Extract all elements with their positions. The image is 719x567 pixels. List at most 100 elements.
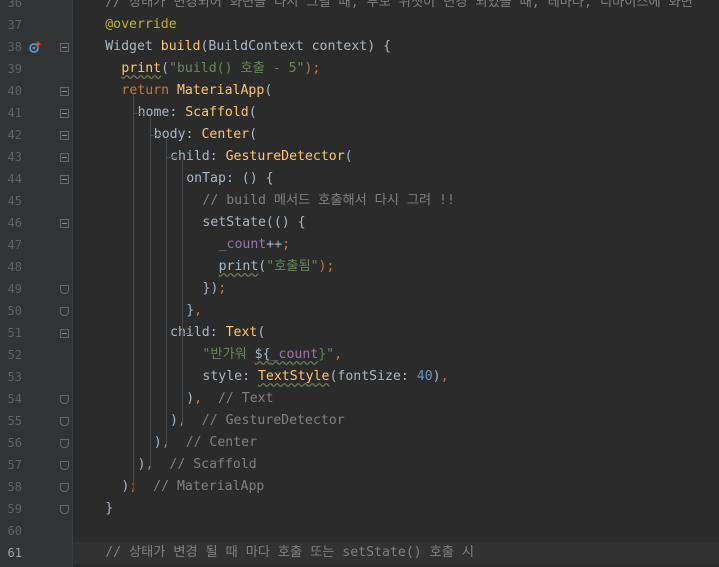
code-token: onTap: () { — [186, 171, 274, 186]
code-token: }" — [318, 347, 335, 362]
code-token: build — [160, 39, 201, 54]
line-number[interactable]: 41 — [0, 102, 22, 124]
code-token: Scaffold — [185, 105, 249, 120]
line-number[interactable]: 61 — [0, 542, 22, 564]
fold-end-icon[interactable] — [60, 395, 69, 404]
fold-collapse-icon[interactable] — [60, 175, 69, 184]
fold-collapse-icon[interactable] — [60, 219, 69, 228]
code-line[interactable]: Widget build(BuildContext context) { — [73, 36, 719, 58]
code-line[interactable]: child: Text( — [73, 322, 719, 344]
widget-outline-branch — [165, 157, 178, 158]
editor-gutter[interactable]: 36 37 38 39 40 41 42 43 44 45 46 47 48 49 50 51 52 53 54 55… — [0, 0, 72, 567]
line-number[interactable]: 55 — [0, 410, 22, 432]
code-token: ) — [186, 391, 195, 406]
fold-end-icon[interactable] — [60, 417, 69, 426]
code-line[interactable] — [73, 520, 719, 542]
code-line[interactable]: }); — [73, 278, 719, 300]
code-editor[interactable]: 36 37 38 39 40 41 42 43 44 45 46 47 48 49 50 51 52 53 54 55… — [0, 0, 719, 567]
line-number[interactable]: 60 — [0, 520, 22, 542]
fold-collapse-icon[interactable] — [60, 43, 69, 52]
fold-collapse-icon[interactable] — [60, 87, 69, 96]
code-token: // build 메서드 호출해서 다시 그려 !! — [202, 193, 455, 208]
widget-outline-guide — [182, 160, 183, 424]
code-line[interactable]: style: TextStyle(fontSize: 40), — [73, 366, 719, 388]
line-number[interactable]: 57 — [0, 454, 22, 476]
line-number[interactable]: 45 — [0, 190, 22, 212]
code-token: style: — [202, 369, 258, 384]
line-number[interactable]: 53 — [0, 366, 22, 388]
code-token: // MaterialApp — [153, 479, 265, 494]
line-number[interactable]: 49 — [0, 278, 22, 300]
code-token: // Scaffold — [169, 457, 257, 472]
line-number[interactable]: 54 — [0, 388, 22, 410]
override-up-arrow-icon[interactable] — [28, 40, 42, 54]
code-token: "반가워 — [202, 347, 255, 362]
code-line[interactable]: ), // Text — [73, 388, 719, 410]
fold-collapse-icon[interactable] — [60, 153, 69, 162]
fold-end-icon[interactable] — [60, 307, 69, 316]
code-token: , — [194, 391, 218, 406]
code-token: 40 — [416, 369, 433, 384]
code-line[interactable]: } — [73, 498, 719, 520]
code-line[interactable]: print("호출됨"); — [73, 256, 719, 278]
line-number[interactable]: 42 — [0, 124, 22, 146]
line-number[interactable]: 43 — [0, 146, 22, 168]
code-line[interactable]: // 상태가 변경되어 화면을 다시 그릴 때, 부모 위젯이 변경 되었을 때… — [73, 0, 719, 14]
line-number[interactable]: 51 — [0, 322, 22, 344]
code-area[interactable]: // 상태가 변경되어 화면을 다시 그릴 때, 부모 위젯이 변경 되었을 때… — [73, 0, 719, 567]
code-line[interactable]: @override — [73, 14, 719, 36]
code-token: Text — [225, 325, 258, 340]
code-token: , — [194, 303, 203, 318]
line-number[interactable]: 46 — [0, 212, 22, 234]
line-number[interactable]: 37 — [0, 14, 22, 36]
line-number[interactable]: 48 — [0, 256, 22, 278]
line-number[interactable]: 59 — [0, 498, 22, 520]
code-line[interactable]: home: Scaffold( — [73, 102, 719, 124]
line-number[interactable]: 40 — [0, 80, 22, 102]
code-line[interactable]: ), // GestureDetector — [73, 410, 719, 432]
fold-end-icon[interactable] — [60, 483, 69, 492]
line-number[interactable]: 52 — [0, 344, 22, 366]
line-number[interactable]: 47 — [0, 234, 22, 256]
code-token: ); — [304, 61, 321, 76]
code-line[interactable]: "반가워 ${_count}", — [73, 344, 719, 366]
code-token: ; — [218, 281, 227, 296]
line-number[interactable]: 36 — [0, 0, 22, 14]
code-line[interactable]: print("build() 호출 - 5"); — [73, 58, 719, 80]
code-token: ${ — [254, 347, 271, 362]
code-line[interactable]: }, — [73, 300, 719, 322]
widget-outline-branch — [149, 135, 162, 136]
code-line[interactable]: // 상태가 변경 될 때 마다 호출 또는 setState() 호출 시 — [73, 542, 719, 564]
code-token: TextStyle — [257, 369, 330, 384]
line-number[interactable]: 38 — [0, 36, 22, 58]
code-token: _count — [218, 237, 267, 252]
code-line[interactable]: onTap: () { — [73, 168, 719, 190]
code-line[interactable]: // build 메서드 호출해서 다시 그려 !! — [73, 190, 719, 212]
line-number[interactable]: 44 — [0, 168, 22, 190]
fold-collapse-icon[interactable] — [60, 329, 69, 338]
code-line[interactable]: body: Center( — [73, 124, 719, 146]
fold-end-icon[interactable] — [60, 505, 69, 514]
code-token: Widget — [105, 39, 161, 54]
code-token: Center — [201, 127, 250, 142]
fold-end-icon[interactable] — [60, 285, 69, 294]
line-number[interactable]: 58 — [0, 476, 22, 498]
code-line[interactable]: ), // Scaffold — [73, 454, 719, 476]
fold-collapse-icon[interactable] — [60, 131, 69, 140]
fold-end-icon[interactable] — [60, 439, 69, 448]
code-token: , — [440, 369, 449, 384]
fold-end-icon[interactable] — [60, 461, 69, 470]
fold-collapse-icon[interactable] — [60, 109, 69, 118]
code-token: ; — [282, 237, 291, 252]
code-line[interactable]: ); // MaterialApp — [73, 476, 719, 498]
code-token: ( — [161, 61, 170, 76]
code-token: _count — [270, 347, 319, 362]
code-token: ) — [432, 369, 441, 384]
code-line[interactable]: ), // Center — [73, 432, 719, 454]
code-line[interactable]: return MaterialApp( — [73, 80, 719, 102]
code-line[interactable]: _count++; — [73, 234, 719, 256]
line-number[interactable]: 50 — [0, 300, 22, 322]
code-line[interactable]: setState(() { — [73, 212, 719, 234]
line-number[interactable]: 39 — [0, 58, 22, 80]
line-number[interactable]: 56 — [0, 432, 22, 454]
